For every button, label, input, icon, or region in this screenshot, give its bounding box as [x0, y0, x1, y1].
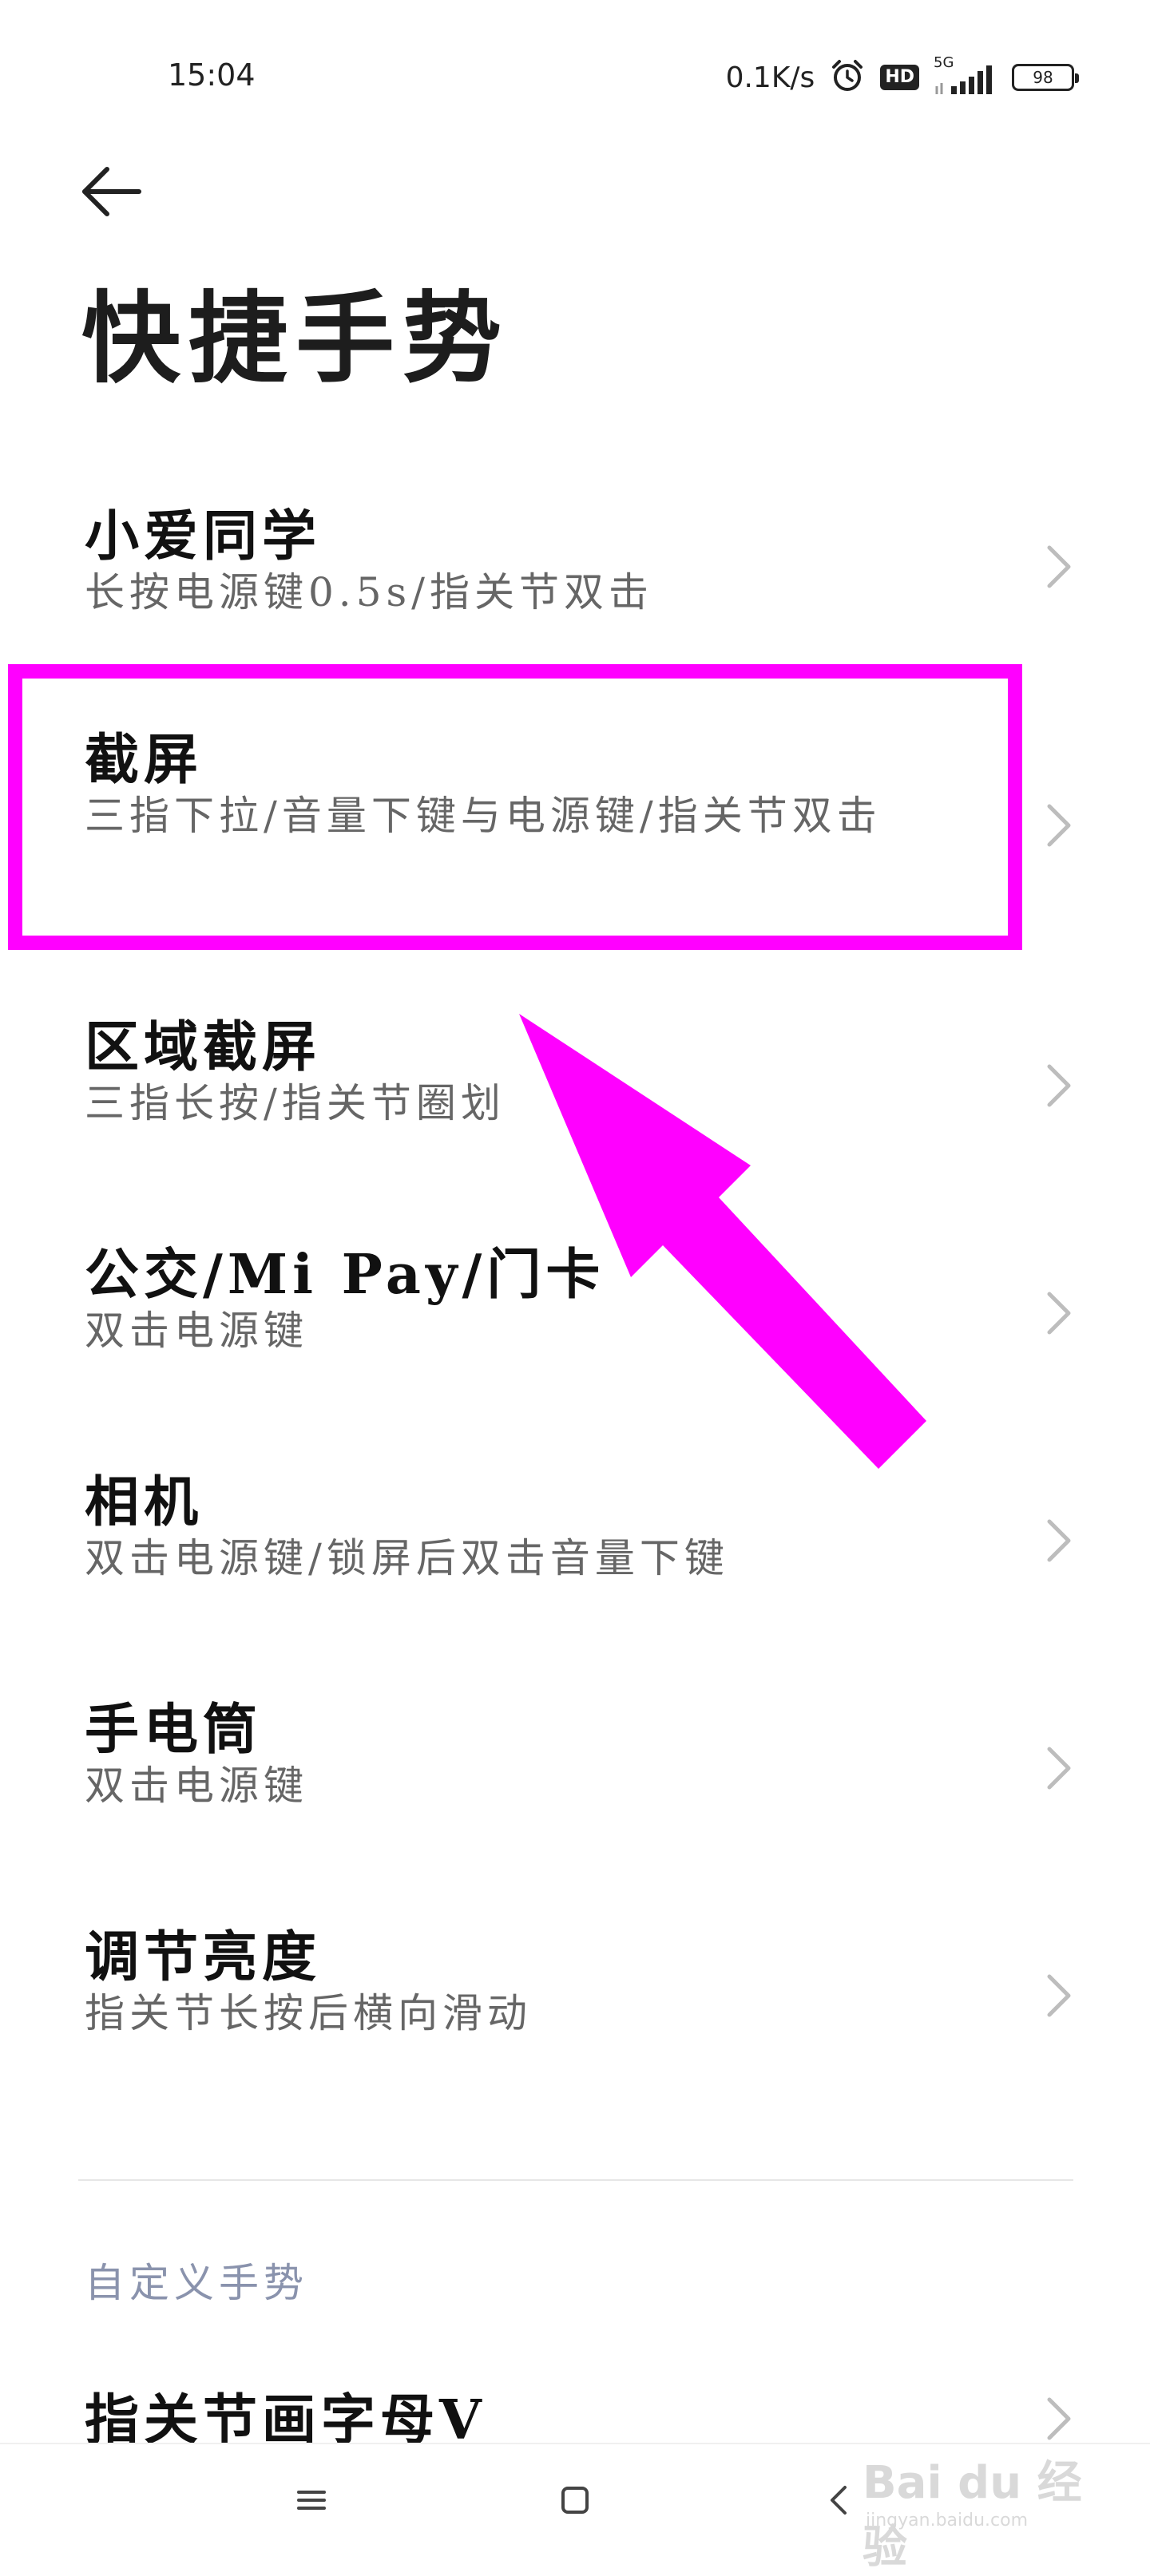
chevron-right-icon [1047, 1974, 1071, 2017]
chevron-right-icon [1047, 804, 1071, 847]
net-speed: 0.1K/s [725, 61, 815, 94]
item-subtitle: 长按电源键0.5s/指关节双击 [85, 569, 654, 615]
nav-back-button[interactable] [815, 2476, 862, 2524]
hd-badge: HD [880, 65, 919, 90]
list-item-flashlight[interactable]: 手电筒 双击电源键 [0, 1672, 1150, 1832]
page-title: 快捷手势 [81, 281, 510, 397]
status-bar: 15:04 0.1K/s HD 5G 98 [0, 0, 1150, 152]
status-right-group: 0.1K/s HD 5G 98 [725, 54, 1079, 97]
item-subtitle: 双击电源键/锁屏后双击音量下键 [85, 1535, 729, 1581]
item-subtitle: 指关节长按后横向滑动 [85, 1990, 532, 2036]
alarm-clock-icon [829, 57, 866, 97]
battery-icon: 98 [1012, 64, 1079, 91]
status-time: 15:04 [168, 57, 256, 93]
back-triangle-icon [831, 2486, 847, 2515]
list-item-brightness[interactable]: 调节亮度 指关节长按后横向滑动 [0, 1900, 1150, 2060]
back-arrow-icon [82, 167, 141, 216]
chevron-right-icon [1047, 1064, 1071, 1107]
nav-menu-button[interactable] [288, 2476, 335, 2524]
chevron-right-icon [1047, 545, 1071, 588]
battery-level: 98 [1033, 68, 1053, 87]
annotation-arrow-icon [519, 1014, 926, 1469]
chevron-right-icon [1047, 2397, 1071, 2440]
menu-icon [297, 2491, 326, 2510]
divider [78, 2179, 1073, 2181]
nav-home-button[interactable] [551, 2476, 599, 2524]
annotation-highlight-box [8, 664, 1022, 950]
list-item-knuckle-v[interactable]: 指关节画字母V [0, 2363, 1150, 2452]
list-item-camera[interactable]: 相机 双击电源键/锁屏后双击音量下键 [0, 1445, 1150, 1605]
watermark-sub: jingyan.baidu.com [866, 2511, 1029, 2530]
section-header-custom-gestures: 自定义手势 [85, 2260, 308, 2306]
list-item-xiaoai[interactable]: 小爱同学 长按电源键0.5s/指关节双击 [0, 479, 1150, 639]
chevron-right-icon [1047, 1292, 1071, 1335]
item-subtitle: 双击电源键 [85, 1763, 308, 1809]
home-square-icon [561, 2487, 589, 2514]
chevron-right-icon [1047, 1519, 1071, 1562]
chevron-right-icon [1047, 1747, 1071, 1790]
signal-bars-icon: 5G [934, 54, 997, 96]
back-button[interactable] [78, 160, 150, 224]
baidu-watermark: Bai du 经验 jingyan.baidu.com [862, 2447, 1094, 2574]
